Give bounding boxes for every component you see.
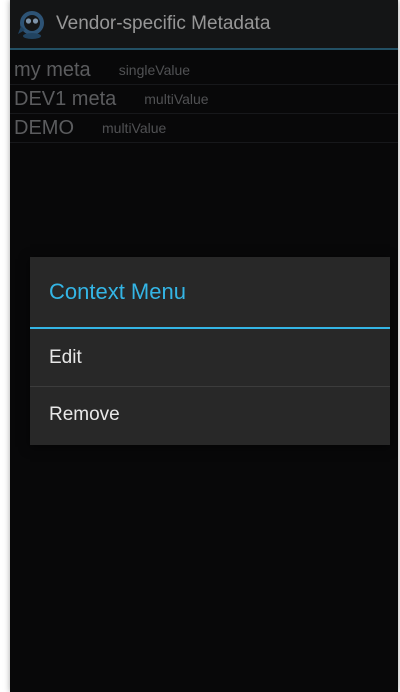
context-menu-title: Context Menu	[30, 257, 390, 329]
list-item[interactable]: DEMO multiValue	[10, 114, 398, 143]
metadata-type: multiValue	[144, 91, 209, 107]
app-logo-icon[interactable]	[12, 4, 52, 44]
remove-menu-item[interactable]: Remove	[30, 386, 390, 443]
metadata-name: DEV1 meta	[14, 87, 117, 110]
metadata-list: my meta singleValue DEV1 meta multiValue…	[10, 56, 398, 143]
phone-screen: Vendor-specific Metadata my meta singleV…	[10, 0, 398, 692]
metadata-name: DEMO	[14, 116, 74, 139]
metadata-type: singleValue	[118, 62, 191, 78]
edit-menu-item[interactable]: Edit	[30, 329, 390, 386]
metadata-type: multiValue	[102, 120, 167, 136]
list-item[interactable]: my meta singleValue	[10, 56, 398, 85]
metadata-name: my meta	[14, 58, 91, 81]
list-item[interactable]: DEV1 meta multiValue	[10, 85, 398, 114]
page-title: Vendor-specific Metadata	[56, 13, 271, 34]
context-menu-dialog: Context Menu Edit Remove	[30, 257, 390, 445]
action-bar: Vendor-specific Metadata	[10, 0, 398, 50]
